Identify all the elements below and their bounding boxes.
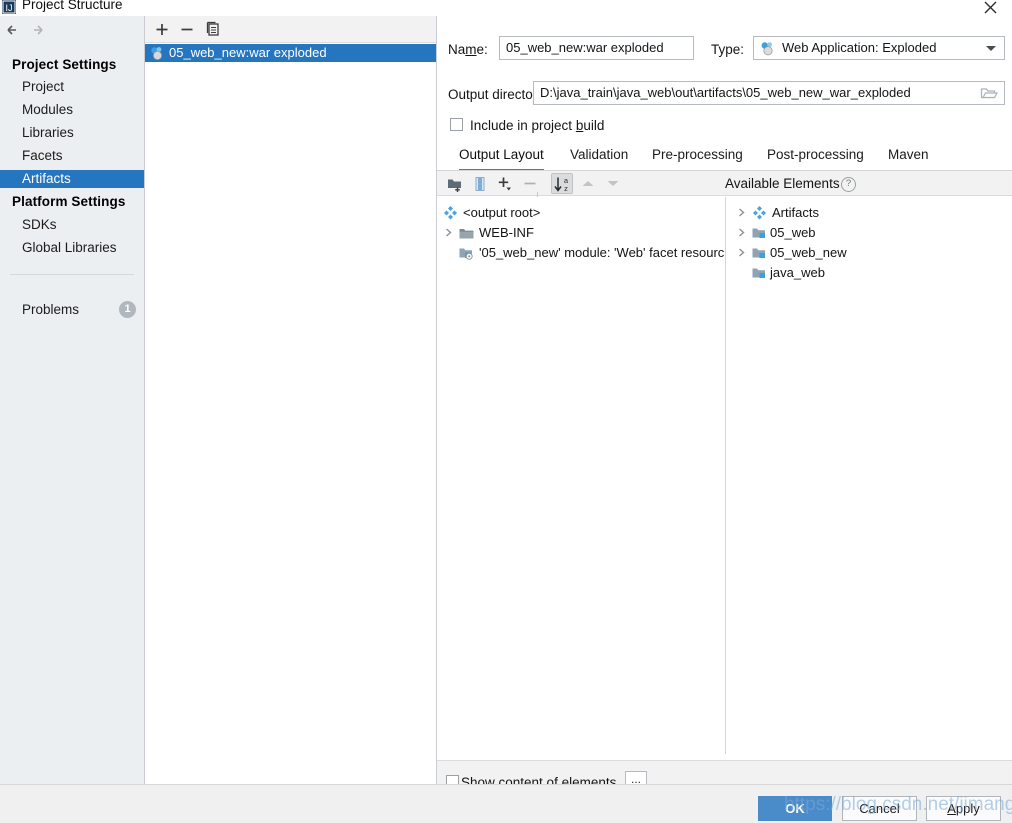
tab-output-layout[interactable]: Output Layout <box>459 144 544 171</box>
tab-post-processing[interactable]: Post-processing <box>767 144 864 169</box>
type-select[interactable]: Web Application: Exploded <box>753 36 1005 60</box>
tree-node-java-web[interactable]: java_web <box>752 263 825 282</box>
detail-tabs: Output Layout Validation Pre-processing … <box>448 144 1012 171</box>
available-elements-tree: Artifacts 05_web 05_web_new java_web <box>726 197 1012 760</box>
tree-node-label: 05_web <box>770 225 816 240</box>
dialog-footer: OK Cancel Apply <box>0 784 1012 823</box>
tree-node-label: Artifacts <box>772 205 819 220</box>
web-application-icon <box>760 41 775 59</box>
add-artifact-button[interactable] <box>151 19 173 40</box>
arrow-left-icon[interactable] <box>4 20 30 42</box>
tree-node-label: <output root> <box>463 205 541 220</box>
artifact-root-icon <box>752 205 767 225</box>
module-icon <box>752 266 767 285</box>
window-titlebar: IJ Project Structure <box>0 0 1012 16</box>
include-in-build-label: Include in project build <box>470 118 605 133</box>
minus-icon[interactable] <box>519 173 541 194</box>
sidebar-item-global-libraries[interactable]: Global Libraries <box>0 239 144 257</box>
artifact-icon <box>150 46 164 65</box>
tree-node-artifacts[interactable]: Artifacts <box>752 203 819 222</box>
output-layout-tree: <output root> WEB-INF '05_web_new' modul… <box>437 197 726 754</box>
remove-artifact-button[interactable] <box>176 19 198 40</box>
arrow-down-icon[interactable] <box>602 173 624 194</box>
name-label: Name: <box>448 42 488 57</box>
sidebar-item-sdks[interactable]: SDKs <box>0 216 144 234</box>
tree-node-label: 05_web_new <box>770 245 847 260</box>
artifact-detail-pane: Name: 05_web_new:war exploded Type: Web … <box>437 16 1012 800</box>
sidebar-divider <box>10 274 134 275</box>
tree-node-facet-resource[interactable]: '05_web_new' module: 'Web' facet resourc <box>459 243 724 262</box>
sidebar-group-platform-settings: Platform Settings <box>12 194 126 209</box>
artifact-root-icon <box>443 205 458 225</box>
chevron-right-icon[interactable] <box>734 243 748 262</box>
copy-artifact-button[interactable] <box>202 19 224 40</box>
list-item[interactable]: 05_web_new:war exploded <box>145 44 436 62</box>
facet-resource-icon <box>459 246 474 265</box>
tree-node-05-web-new[interactable]: 05_web_new <box>752 243 847 262</box>
artifact-label: 05_web_new:war exploded <box>169 45 327 60</box>
available-elements-label: Available Elements <box>725 176 840 191</box>
navigation-arrows <box>0 16 144 44</box>
problems-count-badge: 1 <box>119 301 136 318</box>
chevron-right-icon[interactable] <box>441 223 455 242</box>
folder-open-icon[interactable] <box>980 85 999 101</box>
tree-node-output-root[interactable]: <output root> <box>443 203 540 222</box>
ok-button[interactable]: OK <box>758 796 832 821</box>
sidebar-item-libraries[interactable]: Libraries <box>0 124 144 142</box>
tree-node-05-web[interactable]: 05_web <box>752 223 816 242</box>
chevron-right-icon[interactable] <box>734 223 748 242</box>
tree-node-label: java_web <box>770 265 825 280</box>
tree-node-label: WEB-INF <box>479 225 534 240</box>
window-title: Project Structure <box>22 0 123 12</box>
plus-dropdown-icon[interactable] <box>494 173 516 194</box>
sidebar-item-facets[interactable]: Facets <box>0 147 144 165</box>
archive-icon[interactable] <box>469 173 491 194</box>
tab-pre-processing[interactable]: Pre-processing <box>652 144 743 169</box>
sidebar-item-modules[interactable]: Modules <box>0 101 144 119</box>
apply-button[interactable]: Apply <box>926 796 1001 821</box>
name-input[interactable]: 05_web_new:war exploded <box>499 36 694 60</box>
tree-node-web-inf[interactable]: WEB-INF <box>459 223 534 242</box>
tab-maven[interactable]: Maven <box>888 144 929 169</box>
sidebar-item-project[interactable]: Project <box>0 78 144 96</box>
arrow-right-icon[interactable] <box>30 20 56 42</box>
tab-validation[interactable]: Validation <box>570 144 628 169</box>
settings-sidebar: Project Settings Project Modules Librari… <box>0 16 145 784</box>
svg-text:IJ: IJ <box>5 3 12 13</box>
include-in-build-checkbox[interactable] <box>450 118 463 131</box>
sidebar-group-project-settings: Project Settings <box>12 57 117 72</box>
sidebar-item-artifacts[interactable]: Artifacts <box>0 170 144 188</box>
intellij-idea-icon: IJ <box>2 0 16 14</box>
type-label: Type: <box>711 42 745 57</box>
tree-node-label: '05_web_new' module: 'Web' facet resourc <box>479 245 725 260</box>
arrow-up-icon[interactable] <box>577 173 599 194</box>
cancel-button[interactable]: Cancel <box>842 796 917 821</box>
chevron-right-icon[interactable] <box>734 203 748 222</box>
output-directory-input[interactable]: D:\java_train\java_web\out\artifacts\05_… <box>533 81 1005 105</box>
artifacts-list-panel: 05_web_new:war exploded <box>145 16 437 784</box>
type-value: Web Application: Exploded <box>782 40 937 55</box>
chevron-down-icon <box>986 46 996 51</box>
artifacts-toolbar <box>145 16 436 43</box>
new-folder-icon[interactable] <box>444 173 466 194</box>
sort-az-icon[interactable]: a z <box>551 173 573 194</box>
svg-text:z: z <box>564 184 568 193</box>
available-elements-help-icon[interactable]: ? <box>841 177 856 192</box>
